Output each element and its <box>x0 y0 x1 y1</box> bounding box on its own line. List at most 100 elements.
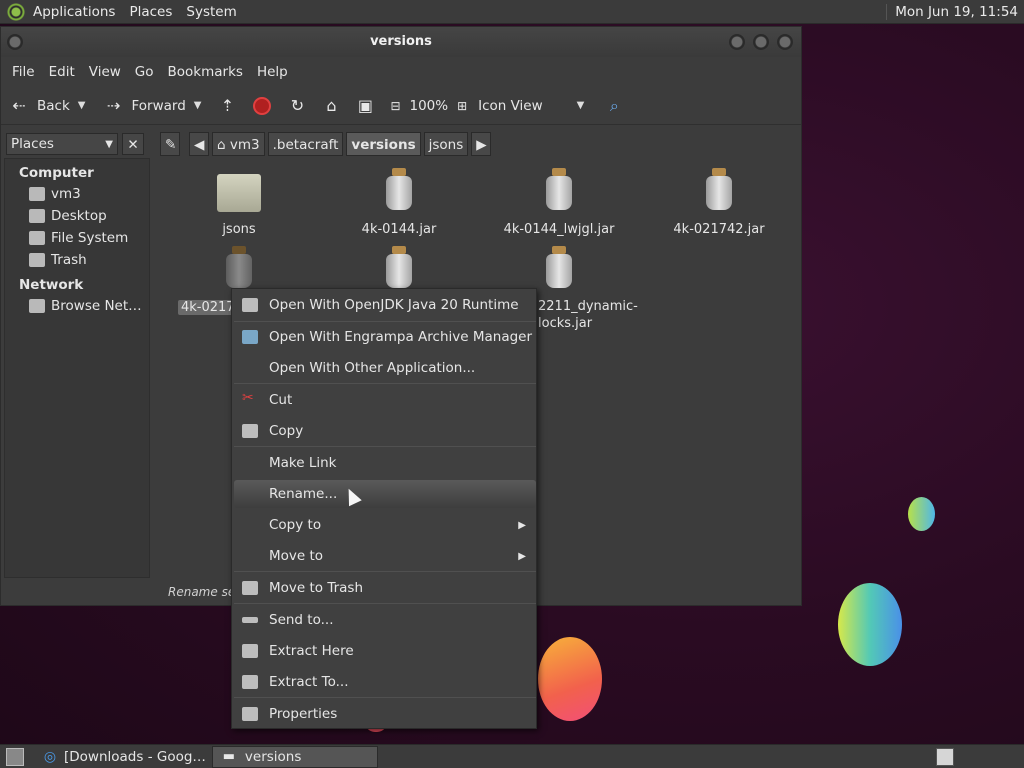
path-scroll-left-button[interactable]: ◀ <box>189 132 209 156</box>
menu-item-send-to[interactable]: Send to... <box>234 606 536 634</box>
menu-item-open-with-java[interactable]: Open With OpenJDK Java 20 Runtime <box>234 291 536 319</box>
properties-icon <box>242 707 258 721</box>
menu-view[interactable]: View <box>82 64 128 80</box>
menu-item-label: Open With Other Application... <box>269 360 476 376</box>
home-button[interactable]: ⌂ <box>321 96 341 116</box>
file-item[interactable]: jsons <box>164 170 314 237</box>
sidebar-item-file-system[interactable]: File System <box>5 227 149 249</box>
sidebar-item-label: Browse Net… <box>51 298 142 314</box>
reload-icon: ↻ <box>290 95 305 115</box>
home-folder-icon <box>29 187 45 201</box>
mate-logo-icon[interactable] <box>6 1 26 22</box>
close-sidebar-button[interactable]: ✕ <box>122 133 144 155</box>
zoom-out-icon: ⊟ <box>390 98 401 113</box>
jar-file-icon <box>543 168 575 212</box>
chevron-down-icon[interactable]: ▼ <box>78 100 86 111</box>
sidebar-item-label: vm3 <box>51 186 81 202</box>
zoom-out-button[interactable]: ⊟ <box>385 96 405 116</box>
show-desktop-button[interactable] <box>6 747 24 766</box>
crumb-betacraft[interactable]: .betacraft <box>267 132 344 156</box>
menu-help[interactable]: Help <box>250 64 295 80</box>
back-button[interactable]: ⇠ Back ▼ <box>9 96 85 116</box>
view-mode-label: Icon View <box>478 97 543 114</box>
task-label: [Downloads - Goog… <box>64 748 206 765</box>
arrow-up-icon: ⇡ <box>220 95 235 115</box>
computer-button[interactable]: ▣ <box>355 96 375 116</box>
file-item[interactable]: 4k-0144_lwjgl.jar <box>484 168 634 237</box>
chevron-down-icon[interactable]: ▼ <box>194 100 202 111</box>
sidebar-type-label: Places <box>11 136 54 152</box>
menu-item-move-to[interactable]: Move to ▶ <box>234 542 536 570</box>
sidebar-item-desktop[interactable]: Desktop <box>5 205 149 227</box>
menu-item-open-with-engrampa[interactable]: Open With Engrampa Archive Manager <box>234 323 536 351</box>
menu-item-cut[interactable]: ✂ Cut <box>234 386 536 414</box>
file-item[interactable]: 4k-021742.jar <box>644 168 794 237</box>
window-title: versions <box>370 34 432 49</box>
zoom-in-button[interactable]: ⊞ <box>452 96 472 116</box>
crumb-label: vm3 <box>229 137 260 153</box>
menu-item-rename[interactable]: Rename... <box>234 480 536 508</box>
java-app-icon <box>242 298 258 312</box>
menu-separator <box>234 571 536 572</box>
forward-button[interactable]: ⇢ Forward ▼ <box>103 95 202 116</box>
close-button[interactable] <box>777 34 793 50</box>
reload-button[interactable]: ↻ <box>287 96 307 116</box>
crumb-versions[interactable]: versions <box>346 132 421 156</box>
menu-item-properties[interactable]: Properties <box>234 700 536 728</box>
menu-file[interactable]: File <box>5 64 42 80</box>
path-scroll-right-button[interactable]: ▶ <box>471 132 492 156</box>
menu-bookmarks[interactable]: Bookmarks <box>161 64 250 80</box>
file-item[interactable]: 4k-0144.jar <box>324 168 474 237</box>
workspace-switcher[interactable] <box>936 747 954 766</box>
applications-menu[interactable]: Applications <box>26 4 122 20</box>
menu-item-label: Open With Engrampa Archive Manager <box>269 329 533 345</box>
edit-location-icon: ✎ <box>165 137 177 153</box>
menu-separator <box>234 321 536 322</box>
minimize-button[interactable] <box>729 34 745 50</box>
toggle-location-button[interactable]: ✎ <box>160 132 180 156</box>
menu-item-label: Move to Trash <box>269 580 364 596</box>
view-mode-select[interactable]: Icon View ▼ <box>478 98 584 114</box>
search-button[interactable]: ⌕ <box>604 96 624 116</box>
taskbar-item-versions[interactable]: ▬ versions <box>211 745 378 768</box>
menu-item-extract-here[interactable]: Extract Here <box>234 637 536 665</box>
jar-file-icon <box>703 168 735 212</box>
places-menu[interactable]: Places <box>122 4 179 20</box>
sidebar-item-vm3[interactable]: vm3 <box>5 183 149 205</box>
jar-file-icon <box>543 246 575 290</box>
file-name: jsons <box>222 222 256 237</box>
menu-edit[interactable]: Edit <box>42 64 82 80</box>
stop-button[interactable] <box>253 96 272 115</box>
crumb-vm3[interactable]: ⌂ vm3 <box>212 132 265 156</box>
copy-icon <box>242 424 258 438</box>
crumb-jsons[interactable]: jsons <box>423 132 469 156</box>
menu-go[interactable]: Go <box>128 64 161 80</box>
menu-item-open-with-other[interactable]: Open With Other Application... <box>234 354 536 382</box>
menu-separator <box>234 697 536 698</box>
taskbar-item-downloads[interactable]: ◎ [Downloads - Goog… <box>34 746 212 768</box>
sidebar-item-trash[interactable]: Trash <box>5 249 149 271</box>
menu-item-label: Move to <box>269 548 324 564</box>
trash-icon <box>29 253 45 267</box>
menu-item-make-link[interactable]: Make Link <box>234 449 536 477</box>
menu-item-copy-to[interactable]: Copy to ▶ <box>234 511 536 539</box>
clock[interactable]: Mon Jun 19, 11:54 <box>886 3 1024 20</box>
up-button[interactable]: ⇡ <box>217 96 237 116</box>
menu-item-label: Send to... <box>269 612 334 628</box>
system-menu[interactable]: System <box>179 4 243 20</box>
maximize-button[interactable] <box>753 34 769 50</box>
window-titlebar[interactable]: versions <box>1 27 801 57</box>
menu-item-move-to-trash[interactable]: Move to Trash <box>234 574 536 602</box>
menu-separator <box>234 603 536 604</box>
sidebar-section-network: Network <box>19 277 84 293</box>
file-name: 4k-021742.jar <box>673 222 765 237</box>
sidebar-item-label: Desktop <box>51 208 107 224</box>
window-menu-button[interactable] <box>7 34 23 50</box>
menu-item-extract-to[interactable]: Extract To... <box>234 668 536 696</box>
arrow-right-icon: ⇢ <box>106 95 121 115</box>
computer-icon: ▣ <box>357 95 374 115</box>
menu-item-copy[interactable]: Copy <box>234 417 536 445</box>
wallpaper-blob <box>908 497 935 531</box>
sidebar-type-select[interactable]: Places ▼ <box>6 133 118 155</box>
sidebar-item-browse-network[interactable]: Browse Net… <box>5 295 149 317</box>
